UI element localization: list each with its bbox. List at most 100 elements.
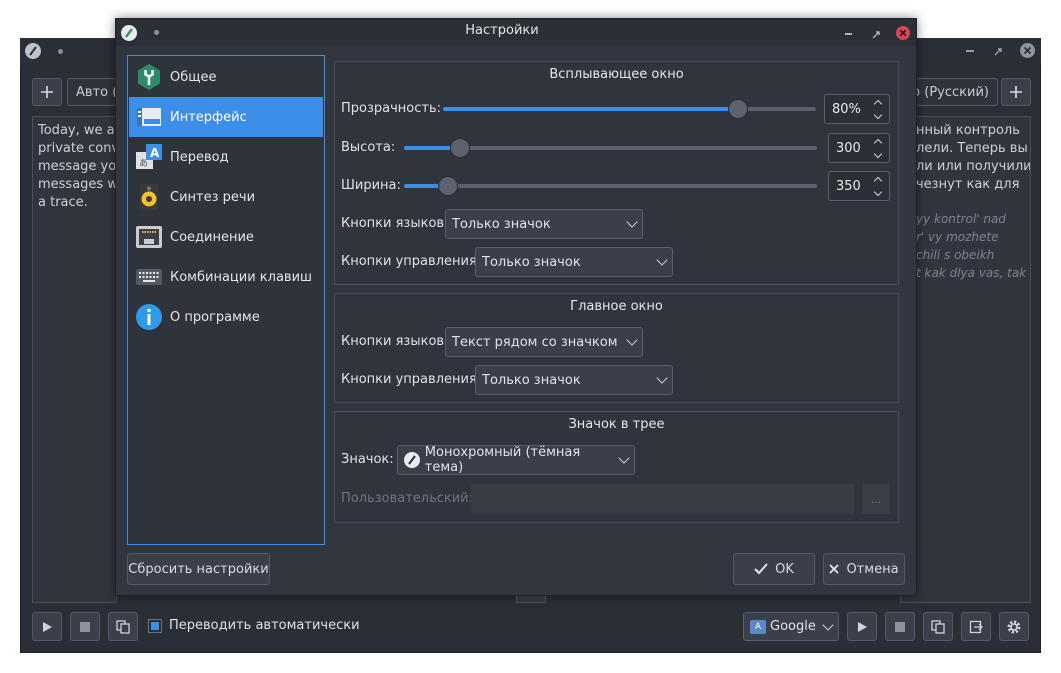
network-port-icon (135, 223, 163, 251)
translation-text-line: нный контроль (916, 123, 1020, 138)
main-lang-buttons-select[interactable]: Текст рядом со значком (445, 327, 643, 357)
target-lang-tab[interactable]: то (Русский) (916, 78, 998, 106)
main-lang-buttons-label: Кнопки языков: (341, 334, 449, 349)
sidebar-item-about[interactable]: О программе (129, 297, 323, 337)
translation-text-line: чезнут как для (916, 177, 1020, 192)
spin-arrows-icon[interactable] (873, 99, 884, 119)
opacity-slider-fill (443, 107, 737, 111)
spin-arrows-icon[interactable] (873, 176, 884, 196)
width-slider[interactable] (404, 176, 817, 196)
checkmark-icon (754, 563, 768, 575)
engine-select[interactable]: A Google (743, 612, 839, 641)
sidebar-item-label: Интерфейс (170, 109, 247, 125)
tray-icon-select[interactable]: Монохромный (тёмная тема) (397, 445, 635, 475)
sidebar-item-label: О программе (170, 309, 260, 325)
translit-text-line: t kak dlya vas, tak (916, 266, 1027, 280)
chevron-down-icon (618, 452, 630, 464)
engine-label: Google (770, 619, 816, 634)
add-source-lang-button[interactable] (32, 78, 62, 106)
bg-close-icon[interactable] (1020, 43, 1035, 58)
copy-translation-button[interactable] (923, 612, 953, 641)
height-slider-handle[interactable] (450, 138, 470, 158)
sidebar-item-general[interactable]: Общее (129, 57, 323, 97)
ok-button[interactable]: OK (733, 553, 815, 585)
chevron-down-icon (656, 372, 668, 384)
height-label: Высота: (341, 140, 396, 155)
height-value: 300 (836, 140, 861, 156)
opacity-value: 80% (832, 101, 861, 117)
custom-icon-path-input[interactable] (471, 484, 854, 514)
keyboard-icon (135, 263, 163, 291)
width-label: Ширина: (341, 178, 401, 193)
popup-lang-buttons-label: Кнопки языков: (341, 216, 449, 231)
opacity-label: Прозрачность: (341, 101, 442, 116)
sidebar-item-shortcuts[interactable]: Комбинации клавиш (129, 257, 323, 297)
close-icon[interactable] (896, 26, 910, 40)
splitter-handle[interactable] (516, 596, 546, 603)
ok-label: OK (775, 561, 794, 577)
translate-icon: Aあ (135, 143, 163, 171)
bg-maximize-icon[interactable] (994, 45, 1002, 56)
minimize-icon[interactable] (845, 33, 852, 35)
width-value: 350 (836, 178, 861, 194)
play-source-button[interactable] (32, 612, 62, 641)
opacity-slider[interactable] (443, 99, 816, 119)
maximize-icon[interactable] (872, 28, 880, 39)
settings-button[interactable] (999, 612, 1029, 641)
select-value: Только значок (482, 372, 581, 388)
app-logo-icon (25, 43, 41, 59)
select-value: Только значок (452, 216, 551, 232)
source-lang-tab[interactable]: Авто (А (67, 78, 117, 106)
cancel-button[interactable]: Отмена (823, 553, 905, 585)
group-title: Главное окно (570, 299, 663, 314)
width-spinbox[interactable]: 350 (828, 171, 890, 201)
popup-control-buttons-select[interactable]: Только значок (475, 247, 673, 277)
gear-wrench-icon (135, 63, 163, 91)
chevron-down-icon (626, 334, 638, 346)
group-title: Всплывающее окно (549, 67, 684, 82)
custom-icon-label: Пользовательский: (341, 491, 474, 506)
copy-source-button[interactable] (108, 612, 138, 641)
height-slider[interactable] (404, 138, 817, 158)
height-spinbox[interactable]: 300 (828, 133, 890, 163)
sidebar-item-label: Общее (170, 69, 217, 85)
main-control-buttons-select[interactable]: Только значок (475, 365, 673, 395)
stop-source-button[interactable] (70, 612, 100, 641)
translit-text-line: yy kontrol' nad (916, 212, 1006, 226)
translit-text-line: r' vy mozhete (916, 230, 999, 244)
opacity-spinbox[interactable]: 80% (824, 94, 890, 124)
bg-minimize-icon[interactable] (966, 50, 974, 52)
copy-all-button[interactable] (961, 612, 991, 641)
play-translation-button[interactable] (847, 612, 877, 641)
sidebar-item-label: Комбинации клавиш (170, 269, 312, 285)
chevron-down-icon (656, 254, 668, 266)
source-text-line: a trace. (38, 195, 88, 210)
source-text-area[interactable]: Today, we are private conve message you … (32, 116, 117, 603)
popup-lang-buttons-select[interactable]: Только значок (445, 209, 643, 239)
info-icon (135, 303, 163, 331)
opacity-slider-handle[interactable] (728, 99, 748, 119)
chevron-down-icon (626, 216, 638, 228)
stop-translation-button[interactable] (885, 612, 915, 641)
dialog-title: Настройки (465, 23, 539, 38)
translation-text-area[interactable]: нный контроль лели. Теперь вы ли или пол… (900, 116, 1031, 603)
reset-settings-button[interactable]: Сбросить настройки (127, 553, 270, 585)
select-value: Текст рядом со значком (452, 334, 618, 350)
width-slider-handle[interactable] (438, 176, 458, 196)
select-value: Монохромный (тёмная тема) (424, 445, 581, 475)
source-lang-tab-label: Авто (А (76, 84, 116, 100)
browse-icon-button[interactable]: ... (862, 484, 890, 514)
cancel-x-icon (829, 564, 840, 574)
tray-icon-label: Значок: (341, 452, 394, 467)
sidebar-item-interface[interactable]: Интерфейс (129, 97, 323, 137)
sidebar-item-translation[interactable]: Aあ Перевод (129, 137, 323, 177)
spin-arrows-icon[interactable] (873, 138, 884, 158)
speaker-icon (135, 183, 163, 211)
sidebar-item-connection[interactable]: Соединение (129, 217, 323, 257)
auto-translate-label: Переводить автоматически (169, 618, 360, 633)
sidebar-item-label: Синтез речи (170, 189, 256, 205)
add-target-lang-button[interactable] (1001, 78, 1031, 106)
sidebar-item-tts[interactable]: Синтез речи (129, 177, 323, 217)
translit-text-line: chili s obeikh (916, 248, 995, 262)
auto-translate-checkbox[interactable] (148, 619, 162, 633)
